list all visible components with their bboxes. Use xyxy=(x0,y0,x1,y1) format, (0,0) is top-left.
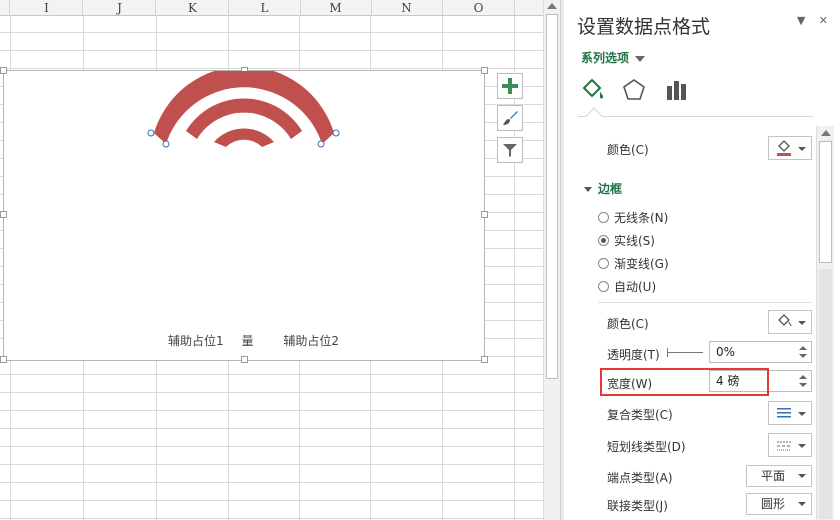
column-headers: I J K L M N O xyxy=(0,0,543,16)
paint-bucket-icon xyxy=(777,140,791,156)
fill-color-picker[interactable] xyxy=(768,136,812,160)
dash-type-dropdown[interactable] xyxy=(768,433,812,457)
series-options-dropdown[interactable]: 系列选项 xyxy=(581,49,646,66)
filter-icon xyxy=(503,144,517,157)
collapse-triangle-icon xyxy=(584,187,592,192)
tab-selection-pointer xyxy=(585,107,603,125)
chevron-down-icon xyxy=(798,147,806,151)
transparency-value[interactable]: 0% xyxy=(716,345,735,359)
pane-options-dropdown-icon[interactable]: ▼ xyxy=(797,14,805,27)
legend-item-volume[interactable]: 量 xyxy=(241,332,253,349)
legend-item-placeholder-2[interactable]: 辅助占位2 xyxy=(283,332,339,349)
spin-down-icon[interactable] xyxy=(799,354,807,358)
pane-title: 设置数据点格式 xyxy=(577,16,711,38)
scroll-thumb[interactable] xyxy=(546,14,558,379)
fill-color-label: 颜色(C) xyxy=(607,143,649,157)
selection-point-left-outer[interactable] xyxy=(147,129,155,137)
cap-type-select[interactable]: 平面 xyxy=(746,465,812,487)
column-header-partial[interactable] xyxy=(0,0,10,16)
cap-type-value: 平面 xyxy=(761,469,786,483)
effects-pentagon-icon[interactable] xyxy=(620,76,648,104)
scroll-thumb[interactable] xyxy=(819,141,832,263)
transparency-slider[interactable] xyxy=(667,352,703,353)
chart-legend[interactable]: 辅助占位1 量 辅助占位2 xyxy=(168,332,339,349)
pane-window-controls: ▼ ✕ xyxy=(787,14,828,27)
radio-solid-line-label: 实线(S) xyxy=(614,234,655,248)
column-header-o[interactable]: O xyxy=(443,0,515,16)
column-header-l[interactable]: L xyxy=(229,0,301,16)
radio-circle-icon xyxy=(598,281,609,292)
border-color-picker[interactable] xyxy=(768,310,812,334)
radio-no-line-label: 无线条(N) xyxy=(614,211,669,225)
border-section-header[interactable]: 边框 xyxy=(584,180,622,197)
scroll-up-arrow-icon[interactable] xyxy=(821,130,831,136)
chart-styles-button[interactable] xyxy=(497,105,523,131)
inner-arc-segment[interactable] xyxy=(214,128,274,147)
close-icon[interactable]: ✕ xyxy=(819,14,828,27)
dash-type-label: 短划线类型(D) xyxy=(607,440,686,454)
width-highlight-annotation xyxy=(600,368,769,396)
chart-elements-button[interactable] xyxy=(497,73,523,99)
fill-line-icon[interactable] xyxy=(578,76,606,104)
section-divider xyxy=(598,302,812,303)
column-header-n[interactable]: N xyxy=(371,0,443,16)
radio-auto-line-label: 自动(U) xyxy=(614,280,657,294)
border-color-label: 颜色(C) xyxy=(607,317,649,331)
chevron-down-icon xyxy=(798,502,806,506)
legend-item-placeholder-1[interactable]: 辅助占位1 xyxy=(168,332,224,349)
column-header-k[interactable]: K xyxy=(157,0,229,16)
radio-circle-icon xyxy=(598,212,609,223)
radio-gradient-line-label: 渐变线(G) xyxy=(614,257,669,271)
chevron-down-icon xyxy=(635,55,646,62)
selection-point-right-inner[interactable] xyxy=(317,140,325,148)
column-header-j[interactable]: J xyxy=(84,0,156,16)
transparency-spinner[interactable]: 0% xyxy=(709,341,812,363)
pen-color-icon xyxy=(778,314,792,327)
join-type-value: 圆形 xyxy=(761,497,786,511)
radio-gradient-line[interactable]: 渐变线(G) xyxy=(598,255,669,272)
cap-type-label: 端点类型(A) xyxy=(607,471,673,485)
spin-up-icon[interactable] xyxy=(799,375,807,379)
selection-point-left-inner[interactable] xyxy=(162,140,170,148)
sheet-vertical-scrollbar[interactable] xyxy=(543,0,560,520)
series-options-bars-icon[interactable] xyxy=(662,76,690,104)
join-type-label: 联接类型(J) xyxy=(607,499,668,513)
column-header-i[interactable]: I xyxy=(11,0,83,16)
chevron-down-icon xyxy=(798,412,806,416)
radio-circle-icon xyxy=(598,258,609,269)
chevron-down-icon xyxy=(798,444,806,448)
chart-tool-buttons xyxy=(497,73,523,169)
join-type-select[interactable]: 圆形 xyxy=(746,493,812,515)
compound-type-dropdown[interactable] xyxy=(768,401,812,425)
tab-underline xyxy=(578,116,813,117)
spin-up-icon[interactable] xyxy=(799,346,807,350)
chart-filter-button[interactable] xyxy=(497,137,523,163)
chevron-down-icon xyxy=(798,321,806,325)
format-properties-list: 颜色(C) 边框 无线条(N) 实线(S) 渐变线(G) 自动(U) 颜色(C) xyxy=(564,126,816,520)
radio-auto-line[interactable]: 自动(U) xyxy=(598,278,656,295)
brush-icon xyxy=(503,111,518,125)
doughnut-plot xyxy=(147,71,340,148)
compound-type-label: 复合类型(C) xyxy=(607,408,673,422)
column-header-partial-right[interactable] xyxy=(515,0,543,16)
chevron-down-icon xyxy=(798,474,806,478)
format-data-point-pane: 设置数据点格式 ▼ ✕ 系列选项 颜色(C) 边框 无线条(N) 实线(S) 渐… xyxy=(564,0,840,520)
scroll-track[interactable] xyxy=(819,269,832,519)
pane-vertical-scrollbar[interactable] xyxy=(816,126,834,520)
dash-lines-icon xyxy=(777,441,791,451)
selection-point-right-outer[interactable] xyxy=(332,129,340,137)
series-options-label: 系列选项 xyxy=(581,51,630,65)
border-section-label: 边框 xyxy=(598,182,623,196)
radio-checked-icon xyxy=(598,235,609,246)
chart-area[interactable]: 辅助占位1 量 辅助占位2 xyxy=(0,67,488,363)
transparency-label: 透明度(T) xyxy=(607,348,660,362)
plus-icon xyxy=(502,78,518,94)
radio-no-line[interactable]: 无线条(N) xyxy=(598,209,668,226)
scroll-up-arrow-icon[interactable] xyxy=(547,3,557,9)
radio-solid-line[interactable]: 实线(S) xyxy=(598,232,655,249)
spin-down-icon[interactable] xyxy=(799,383,807,387)
compound-lines-icon xyxy=(777,408,791,418)
column-header-m[interactable]: M xyxy=(300,0,372,16)
